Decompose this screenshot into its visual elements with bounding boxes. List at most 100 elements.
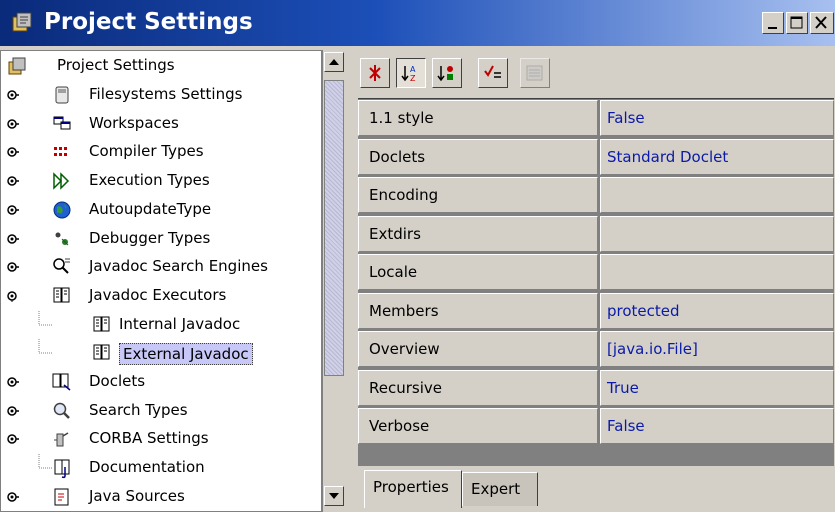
show-editable-button[interactable] — [478, 58, 508, 88]
expand-handle-icon[interactable] — [7, 204, 19, 216]
property-row[interactable]: Overview [java.io.File] — [358, 330, 834, 368]
scroll-thumb[interactable] — [324, 80, 344, 376]
tree-item[interactable]: Javadoc Search Engines — [1, 253, 321, 281]
tree-item[interactable]: Debugger Types — [1, 225, 321, 253]
tree-item[interactable]: Compiler Types — [1, 138, 321, 166]
expand-handle-icon[interactable] — [7, 118, 19, 130]
property-value-cell[interactable]: [java.io.File] — [600, 331, 834, 367]
title-bar[interactable]: Project Settings — [0, 0, 835, 46]
sort-by-type-button[interactable] — [432, 58, 462, 88]
settings-tree[interactable]: Project Settings Filesystems Settings Wor… — [0, 50, 322, 512]
corba-icon — [54, 432, 69, 447]
tree-item-label: Javadoc Executors — [89, 285, 227, 304]
property-name-cell[interactable]: Recursive — [358, 369, 598, 406]
expand-handle-icon[interactable] — [7, 175, 19, 187]
close-icon — [815, 16, 827, 29]
expand-handle-icon[interactable] — [7, 89, 19, 101]
tree-item-label: AutoupdateType — [89, 199, 212, 218]
property-name-cell[interactable]: 1.1 style — [358, 100, 598, 136]
property-row[interactable]: Extdirs — [358, 215, 834, 253]
tab-strip: Properties Expert — [358, 470, 834, 512]
minimize-button[interactable] — [762, 12, 784, 34]
property-value-cell[interactable]: protected — [600, 292, 834, 329]
tree-item[interactable]: Javadoc Executors — [1, 282, 321, 310]
sort-by-name-button[interactable]: A Z — [396, 58, 426, 88]
tree-item[interactable]: Java Sources — [1, 483, 321, 511]
property-value: [java.io.File] — [607, 340, 698, 358]
property-row[interactable]: Verbose False — [358, 407, 834, 445]
property-row[interactable]: Recursive True — [358, 369, 834, 407]
tree-item[interactable]: AutoupdateType — [1, 196, 321, 224]
property-name-cell[interactable]: Locale — [358, 254, 598, 290]
property-value-cell[interactable]: False — [600, 100, 834, 136]
tree-item-label: Javadoc Search Engines — [89, 257, 268, 276]
project-settings-icon — [12, 12, 32, 32]
customize-button[interactable] — [520, 58, 550, 88]
tree-item[interactable]: CORBA Settings — [1, 425, 321, 453]
property-row[interactable]: 1.1 style False — [358, 99, 834, 137]
tree-item-label: Debugger Types — [89, 228, 211, 247]
property-row[interactable]: Encoding — [358, 176, 834, 214]
property-value-cell[interactable]: False — [600, 408, 834, 444]
tree-item[interactable]: Filesystems Settings — [1, 81, 321, 109]
property-row[interactable]: Members protected — [358, 292, 834, 330]
tree-connector — [38, 310, 53, 326]
tree-item[interactable]: Execution Types — [1, 167, 321, 195]
collapse-handle-icon[interactable] — [7, 290, 19, 302]
arrow-up-icon — [329, 59, 339, 65]
scroll-up-button[interactable] — [324, 52, 344, 72]
property-name-cell[interactable]: Members — [358, 292, 598, 329]
tree-root[interactable]: Project Settings — [1, 53, 321, 81]
property-value: False — [607, 417, 645, 435]
property-name: Overview — [369, 340, 440, 358]
sort-by-type-icon — [437, 66, 453, 82]
tree-item[interactable]: Documentation — [1, 454, 321, 482]
tree-item[interactable]: Search Types — [1, 397, 321, 425]
property-value: False — [607, 109, 645, 127]
property-name-cell[interactable]: Verbose — [358, 408, 598, 444]
scroll-down-button[interactable] — [324, 486, 344, 506]
property-name: Locale — [369, 263, 418, 281]
property-name-cell[interactable]: Doclets — [358, 138, 598, 175]
property-value-cell[interactable]: Standard Doclet — [600, 138, 834, 175]
expand-handle-icon[interactable] — [7, 146, 19, 158]
property-toolbar: A Z — [350, 50, 835, 94]
tab-expert-label: Expert — [471, 480, 521, 498]
property-row[interactable]: Doclets Standard Doclet — [358, 138, 834, 176]
project-settings-icon — [8, 57, 26, 75]
tree-connector — [38, 339, 53, 354]
property-name: Extdirs — [369, 224, 421, 243]
expand-handle-icon[interactable] — [7, 405, 19, 417]
expand-handle-icon[interactable] — [7, 261, 19, 273]
expand-handle-icon[interactable] — [7, 491, 19, 503]
tree-item[interactable]: External Javadoc — [1, 339, 321, 367]
property-name-cell[interactable]: Encoding — [358, 177, 598, 213]
tree-item[interactable]: Doclets — [1, 368, 321, 396]
property-value-cell[interactable] — [600, 215, 834, 252]
expand-handle-icon[interactable] — [7, 433, 19, 445]
property-row[interactable]: Locale — [358, 253, 834, 291]
tab-properties[interactable]: Properties — [364, 470, 462, 508]
tree-item-label: Workspaces — [89, 113, 179, 132]
globe-icon — [53, 201, 71, 219]
tree-scrollbar[interactable] — [322, 50, 344, 512]
expand-handle-icon[interactable] — [7, 376, 19, 388]
property-value-cell[interactable]: True — [600, 369, 834, 406]
tree-item-label: Search Types — [89, 400, 188, 419]
property-value-cell[interactable] — [600, 177, 834, 213]
property-name-cell[interactable]: Extdirs — [358, 215, 598, 252]
property-name: Recursive — [369, 378, 442, 397]
tree-item-label: Execution Types — [89, 171, 210, 190]
property-value-cell[interactable] — [600, 254, 834, 290]
property-name-cell[interactable]: Overview — [358, 331, 598, 367]
javadoc-icon — [93, 316, 110, 332]
unsorted-button[interactable] — [360, 58, 390, 88]
tree-item[interactable]: Internal Javadoc — [1, 310, 321, 339]
property-value: protected — [607, 301, 680, 320]
maximize-button[interactable] — [786, 12, 808, 34]
minimize-icon — [768, 27, 777, 29]
tab-expert[interactable]: Expert — [462, 472, 538, 506]
expand-handle-icon[interactable] — [7, 233, 19, 245]
tree-item[interactable]: Workspaces — [1, 110, 321, 138]
close-button[interactable] — [810, 12, 834, 34]
